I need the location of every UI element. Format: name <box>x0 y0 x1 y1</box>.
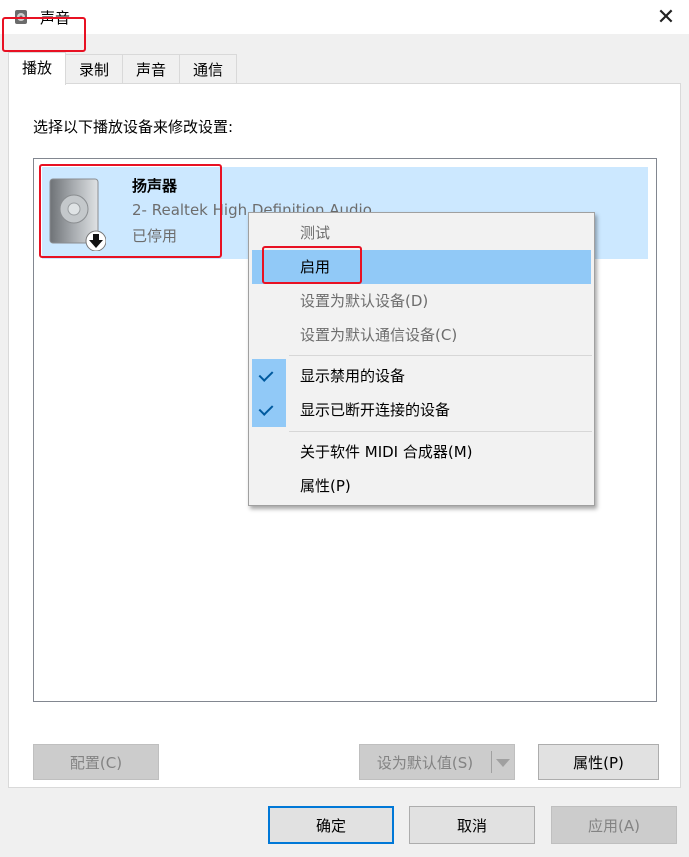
tab-sounds[interactable]: 声音 <box>122 54 181 85</box>
instruction-text: 选择以下播放设备来修改设置: <box>33 118 234 136</box>
menu-separator <box>289 431 592 432</box>
set-default-label: 设为默认值(S) <box>376 753 474 772</box>
title-bar: 声音 ✕ <box>0 0 689 34</box>
set-default-button[interactable]: 设为默认值(S) <box>359 744 515 780</box>
annotation-highlight-device <box>39 164 222 258</box>
menu-separator <box>289 355 592 356</box>
properties-button[interactable]: 属性(P) <box>538 744 659 780</box>
menu-item-show-disabled[interactable]: 显示禁用的设备 <box>252 359 591 393</box>
menu-item-show-disconnected[interactable]: 显示已断开连接的设备 <box>252 393 591 427</box>
tab-strip: 播放 录制 声音 通信 <box>8 52 238 85</box>
ok-button[interactable]: 确定 <box>268 806 394 844</box>
dropdown-arrow-icon[interactable] <box>496 759 510 767</box>
split-separator <box>491 751 492 773</box>
tab-communications[interactable]: 通信 <box>179 54 238 85</box>
menu-item-test[interactable]: 测试 <box>252 216 591 250</box>
annotation-highlight-enable <box>262 246 362 284</box>
menu-item-properties[interactable]: 属性(P) <box>252 469 591 503</box>
tab-playback[interactable]: 播放 <box>8 52 67 85</box>
annotation-highlight-tab <box>2 17 86 52</box>
menu-item-set-default-comm[interactable]: 设置为默认通信设备(C) <box>252 318 591 352</box>
menu-item-midi-synth[interactable]: 关于软件 MIDI 合成器(M) <box>252 435 591 469</box>
cancel-button[interactable]: 取消 <box>409 806 535 844</box>
tab-recording[interactable]: 录制 <box>65 54 124 85</box>
close-button[interactable]: ✕ <box>643 0 689 34</box>
menu-item-set-default[interactable]: 设置为默认设备(D) <box>252 284 591 318</box>
configure-button[interactable]: 配置(C) <box>33 744 159 780</box>
apply-button[interactable]: 应用(A) <box>551 806 677 844</box>
